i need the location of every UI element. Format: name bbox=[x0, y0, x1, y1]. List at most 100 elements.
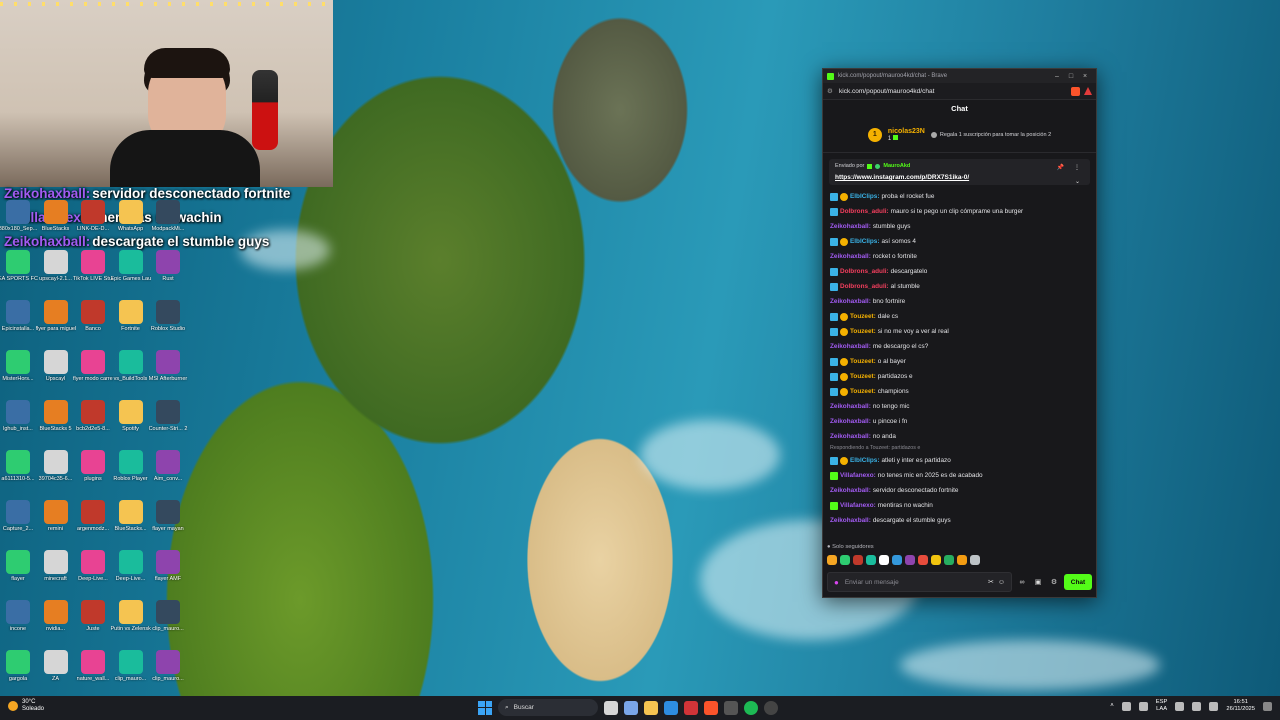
desktop-shortcut[interactable]: gargola bbox=[0, 650, 38, 683]
desktop-shortcut[interactable]: flayer mayan bbox=[148, 500, 188, 533]
volume-icon[interactable] bbox=[1138, 701, 1148, 711]
emote-icon[interactable] bbox=[840, 555, 850, 565]
desktop-shortcut[interactable]: LINK-DE-D... bbox=[73, 200, 113, 233]
window-titlebar[interactable]: kick.com/popout/mauroo4kd/chat - Brave –… bbox=[823, 69, 1096, 83]
chat-username[interactable]: Dolbrons_aduli: bbox=[840, 204, 889, 219]
spotify-icon[interactable] bbox=[744, 700, 758, 715]
pinned-link[interactable]: https://www.instagram.com/p/DRX7S1ika-0/ bbox=[835, 174, 1084, 181]
brave-icon[interactable] bbox=[704, 700, 718, 715]
obs-icon[interactable] bbox=[724, 700, 738, 715]
desktop-shortcut[interactable]: Upscayl bbox=[36, 350, 76, 383]
chat-username[interactable]: ElbIClips: bbox=[850, 453, 879, 468]
chat-username[interactable]: Touzeet: bbox=[850, 309, 876, 324]
chat-username[interactable]: Villafanexo: bbox=[840, 468, 876, 483]
chat-username[interactable]: Zeikohaxball: bbox=[830, 219, 871, 234]
desktop-shortcut[interactable]: minecraft bbox=[36, 550, 76, 583]
chat-username[interactable]: Zeikohaxball: bbox=[830, 249, 871, 264]
chat-username[interactable]: Zeikohaxball: bbox=[830, 339, 871, 354]
chat-message[interactable]: Zeikohaxball: stumble guys bbox=[830, 219, 1089, 234]
chat-username[interactable]: Zeikohaxball: bbox=[830, 414, 871, 429]
desktop-shortcut[interactable]: clip_mauro... bbox=[148, 650, 188, 683]
site-settings-icon[interactable]: ⚙ bbox=[827, 87, 839, 95]
desktop-shortcut[interactable]: clip_mauro... bbox=[111, 650, 151, 683]
chat-message[interactable]: Zeikohaxball: descargate el stumble guys bbox=[830, 513, 1089, 528]
desktop-shortcut[interactable]: upscayl-2.1... bbox=[36, 250, 76, 283]
chat-message[interactable]: Touzeet: dale cs bbox=[830, 309, 1089, 324]
minimize-icon[interactable]: – bbox=[1050, 73, 1064, 80]
desktop-shortcut[interactable]: Putin vs Zelensky bbox=[111, 600, 151, 633]
emote-icon[interactable] bbox=[905, 555, 915, 565]
desktop-shortcut[interactable]: 39704c35-6... bbox=[36, 450, 76, 483]
desktop-shortcut[interactable]: plugins bbox=[73, 450, 113, 483]
chat-message[interactable]: Zeikohaxball: no tengo mic bbox=[830, 399, 1089, 414]
chat-username[interactable]: Touzeet: bbox=[850, 369, 876, 384]
chat-username[interactable]: Zeikohaxball: bbox=[830, 483, 871, 498]
chat-username[interactable]: Dolbrons_aduli: bbox=[840, 264, 889, 279]
chat-username[interactable]: Touzeet: bbox=[850, 354, 876, 369]
chat-username[interactable]: ElbIClips: bbox=[850, 189, 879, 204]
desktop-shortcut[interactable]: ModpackMi... bbox=[148, 200, 188, 233]
chat-message[interactable]: Dolbrons_aduli: al stumble bbox=[830, 279, 1089, 294]
maximize-icon[interactable]: □ bbox=[1064, 73, 1078, 80]
gift-icon[interactable]: ▣ bbox=[1032, 578, 1044, 586]
task-view-icon[interactable] bbox=[604, 700, 618, 715]
chat-message[interactable]: Zeikohaxball: u pincoe i fn bbox=[830, 414, 1089, 429]
emote-icon[interactable] bbox=[918, 555, 928, 565]
emote-icon[interactable] bbox=[944, 555, 954, 565]
chat-message[interactable]: Touzeet: si no me voy a ver al real bbox=[830, 324, 1089, 339]
desktop-shortcut[interactable]: vs_BuildTools bbox=[111, 350, 151, 383]
desktop-shortcut[interactable]: TikTok LIVE Studio bbox=[73, 250, 113, 283]
input-language[interactable]: ESP LAA bbox=[1156, 699, 1168, 713]
chat-username[interactable]: Zeikohaxball: bbox=[830, 429, 871, 444]
desktop-shortcut[interactable]: Roblox Studio bbox=[148, 300, 188, 333]
desktop-shortcut[interactable]: lghub_inst... bbox=[0, 400, 38, 433]
battery-icon[interactable] bbox=[1209, 701, 1219, 711]
gifter-tip[interactable]: Regala 1 suscripción para tomar la posic… bbox=[930, 131, 1051, 138]
desktop-shortcut[interactable]: clip_mauro... bbox=[148, 600, 188, 633]
chat-message[interactable]: Touzeet: partidazos e bbox=[830, 369, 1089, 384]
chat-message[interactable]: Villafanexo: no tenes mic en 2025 es de a… bbox=[830, 468, 1089, 483]
desktop-shortcut[interactable]: flyer para miguel bbox=[36, 300, 76, 333]
chat-username[interactable]: Touzeet: bbox=[850, 384, 876, 399]
desktop-shortcut[interactable]: Deep-Live... bbox=[73, 550, 113, 583]
pin-icon[interactable]: 📌 bbox=[1057, 164, 1064, 171]
emote-icon[interactable] bbox=[879, 555, 889, 565]
desktop-shortcut[interactable]: Rust bbox=[148, 250, 188, 283]
mic-icon[interactable]: ● bbox=[834, 578, 839, 587]
emote-icon[interactable] bbox=[866, 555, 876, 565]
desktop-shortcut[interactable]: Epic Games Launcher bbox=[111, 250, 151, 283]
wifi-icon[interactable] bbox=[1175, 701, 1185, 711]
taskbar-search[interactable]: ⌕ Buscar bbox=[498, 699, 598, 716]
desktop-shortcut[interactable]: Counter-Stri... 2 bbox=[148, 400, 188, 433]
desktop-shortcut[interactable]: bcb2d2e5-8... bbox=[73, 400, 113, 433]
desktop-shortcut[interactable]: incone bbox=[0, 600, 38, 633]
chat-message[interactable]: Touzeet: champions bbox=[830, 384, 1089, 399]
chat-username[interactable]: Dolbrons_aduli: bbox=[840, 279, 889, 294]
chat-username[interactable]: Zeikohaxball: bbox=[830, 513, 871, 528]
weather-widget[interactable]: 30°C Soleado bbox=[8, 699, 44, 713]
calendar-app-icon[interactable] bbox=[684, 700, 698, 715]
brave-rewards-icon[interactable] bbox=[1084, 87, 1092, 95]
desktop-shortcut[interactable]: Fortnite bbox=[111, 300, 151, 333]
emote-icon[interactable] bbox=[957, 555, 967, 565]
chat-message[interactable]: ElbIClips: así somos 4 bbox=[830, 234, 1089, 249]
emote-icon[interactable] bbox=[970, 555, 980, 565]
chat-message[interactable]: Zeikohaxball: me descargo el cs? bbox=[830, 339, 1089, 354]
media-player-icon[interactable] bbox=[764, 700, 778, 715]
desktop-shortcut[interactable]: Deep-Live... bbox=[111, 550, 151, 583]
chat-username[interactable]: Touzeet: bbox=[850, 324, 876, 339]
desktop-shortcut[interactable]: argenmodz... bbox=[73, 500, 113, 533]
chat-message[interactable]: Zeikohaxball: bno fortnire bbox=[830, 294, 1089, 309]
desktop-shortcut[interactable]: flyer modo carrera bbox=[73, 350, 113, 383]
chat-message[interactable]: Dolbrons_aduli: mauro si te pego un clip … bbox=[830, 204, 1089, 219]
desktop-shortcut[interactable]: Juste bbox=[73, 600, 113, 633]
desktop-shortcut[interactable]: Capture_2... bbox=[0, 500, 38, 533]
notifications-icon[interactable] bbox=[1263, 701, 1272, 711]
emote-icon[interactable] bbox=[931, 555, 941, 565]
windows-start-icon[interactable] bbox=[478, 700, 492, 715]
chevron-down-icon[interactable]: ⌄ bbox=[1075, 178, 1080, 185]
desktop-shortcut[interactable]: ZA bbox=[36, 650, 76, 683]
edge-icon[interactable] bbox=[664, 700, 678, 715]
chat-message[interactable]: Zeikohaxball: servidor desconectado fortn… bbox=[830, 483, 1089, 498]
speaker-icon[interactable] bbox=[1192, 701, 1202, 711]
